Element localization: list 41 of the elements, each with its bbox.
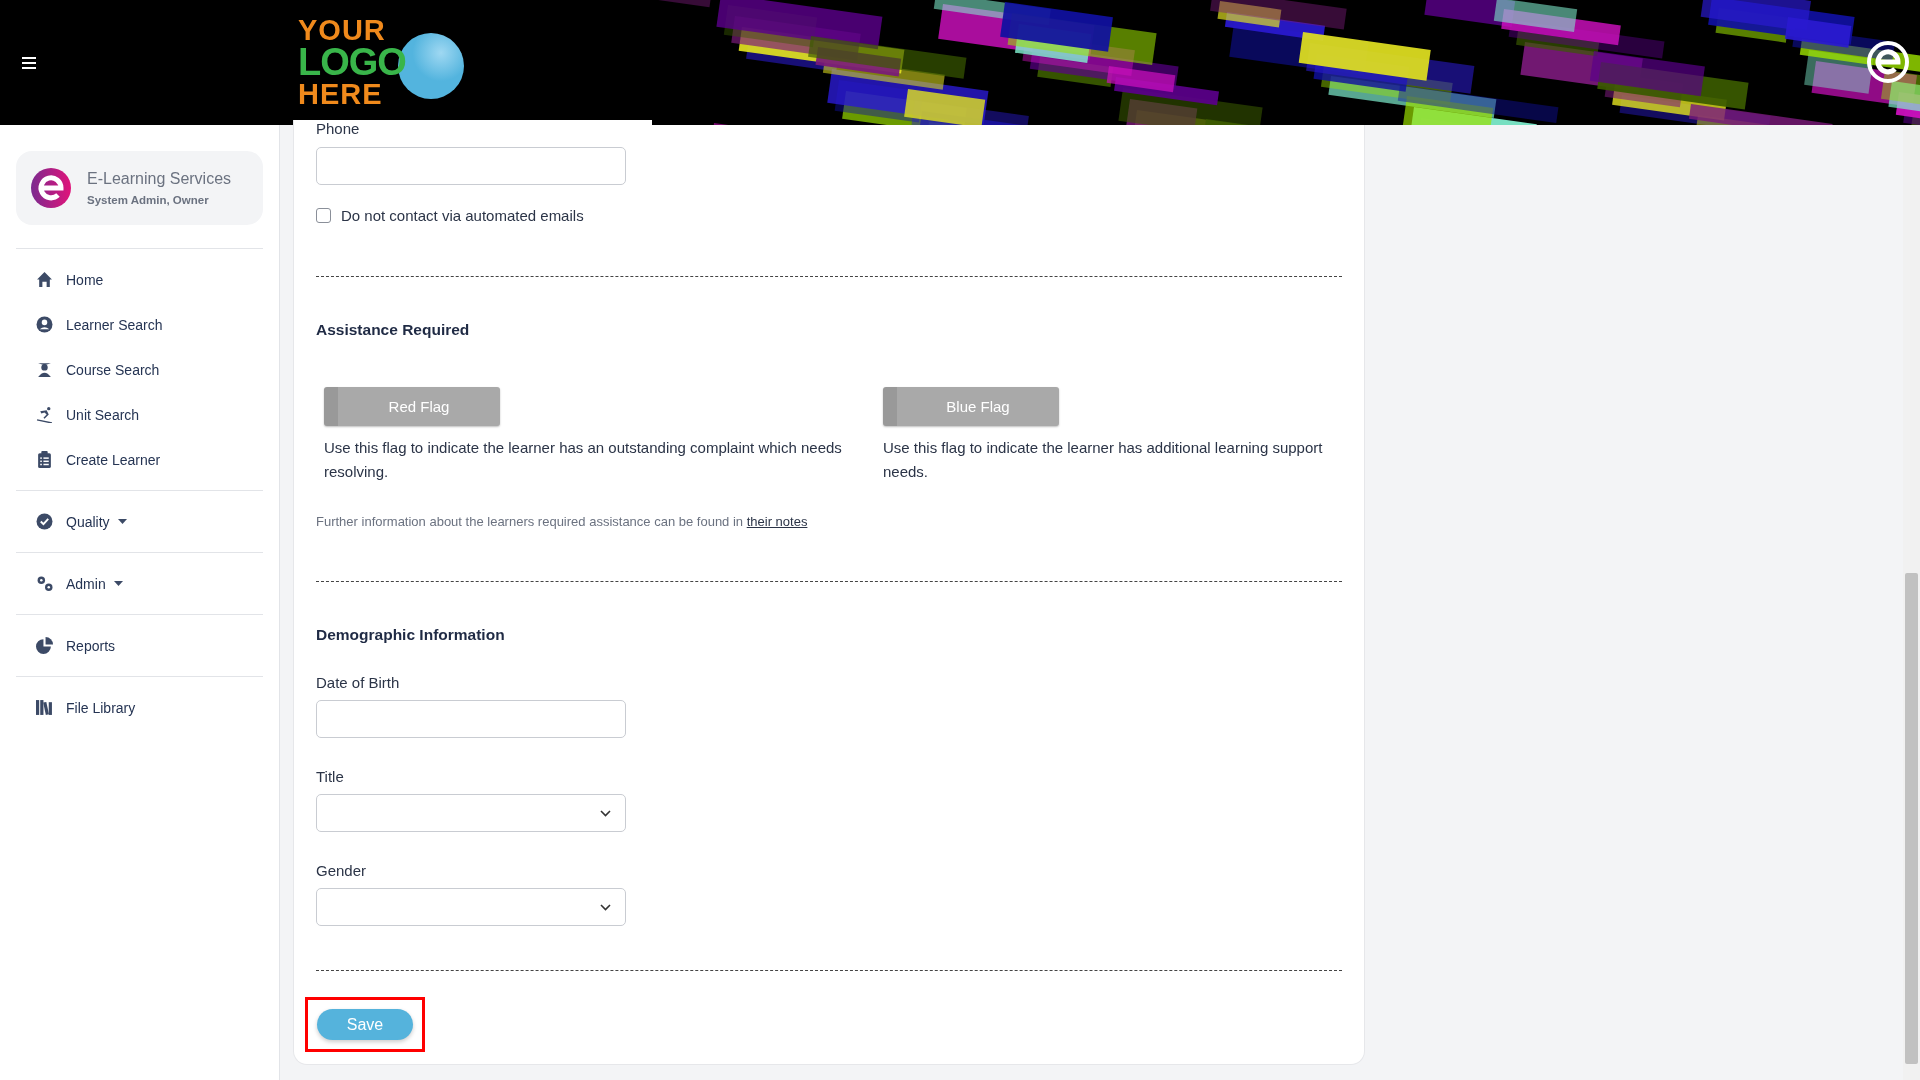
field-label: Phone	[316, 120, 361, 138]
field-label: Title	[316, 768, 345, 785]
dropdown-field[interactable]	[316, 888, 626, 926]
brand-logo-icon	[1866, 40, 1910, 84]
check-icon	[36, 513, 53, 530]
field-label: Gender	[316, 862, 368, 879]
field-label: Date of Birth	[316, 674, 401, 691]
date-field[interactable]	[316, 700, 626, 738]
scrollbar[interactable]	[1903, 125, 1920, 1080]
clipboard-icon	[36, 451, 53, 468]
chevron-down-icon	[600, 809, 611, 817]
nav-item[interactable]: File Library	[16, 685, 263, 730]
skier-icon	[36, 406, 53, 423]
notes-link[interactable]: their notes	[746, 514, 808, 529]
nav-item[interactable]: Home	[16, 257, 263, 302]
section-heading: Assistance Required	[316, 321, 471, 339]
user-icon	[36, 316, 53, 333]
nav-item[interactable]: Create Learner	[16, 437, 263, 482]
chevron-down-icon	[600, 903, 611, 911]
dropdown-field[interactable]	[316, 794, 626, 832]
info-note: Further information about the learners required assistance can be found in their notes	[316, 514, 809, 529]
section-heading: Demographic Information	[316, 626, 506, 644]
organization-name: E-Learning Services	[87, 170, 232, 188]
gears-icon	[36, 575, 53, 592]
nav-item[interactable]: Course Search	[16, 347, 263, 392]
checkbox-label: Do not contact via automated emails	[341, 207, 584, 224]
flag-description: Use this flag to indicate the learner has additional learning support needs.	[883, 438, 1324, 482]
phone-field[interactable]	[316, 147, 626, 185]
nav-item[interactable]: Unit Search	[16, 392, 263, 437]
user-role: System Admin, Owner	[87, 194, 210, 206]
checkbox[interactable]	[316, 208, 331, 223]
flag-description: Use this flag to indicate the learner has an outstanding complaint which needs resolving.	[324, 438, 843, 482]
books-icon	[36, 699, 53, 716]
home-icon	[36, 271, 53, 288]
nav-item[interactable]: Admin	[16, 561, 263, 606]
nav-item[interactable]: Quality	[16, 499, 263, 544]
graduate-icon	[36, 361, 53, 378]
nav-item[interactable]: Reports	[16, 623, 263, 668]
pie-chart-icon	[36, 637, 53, 654]
nav-item[interactable]: Learner Search	[16, 302, 263, 347]
brand-logo-icon	[30, 167, 72, 209]
